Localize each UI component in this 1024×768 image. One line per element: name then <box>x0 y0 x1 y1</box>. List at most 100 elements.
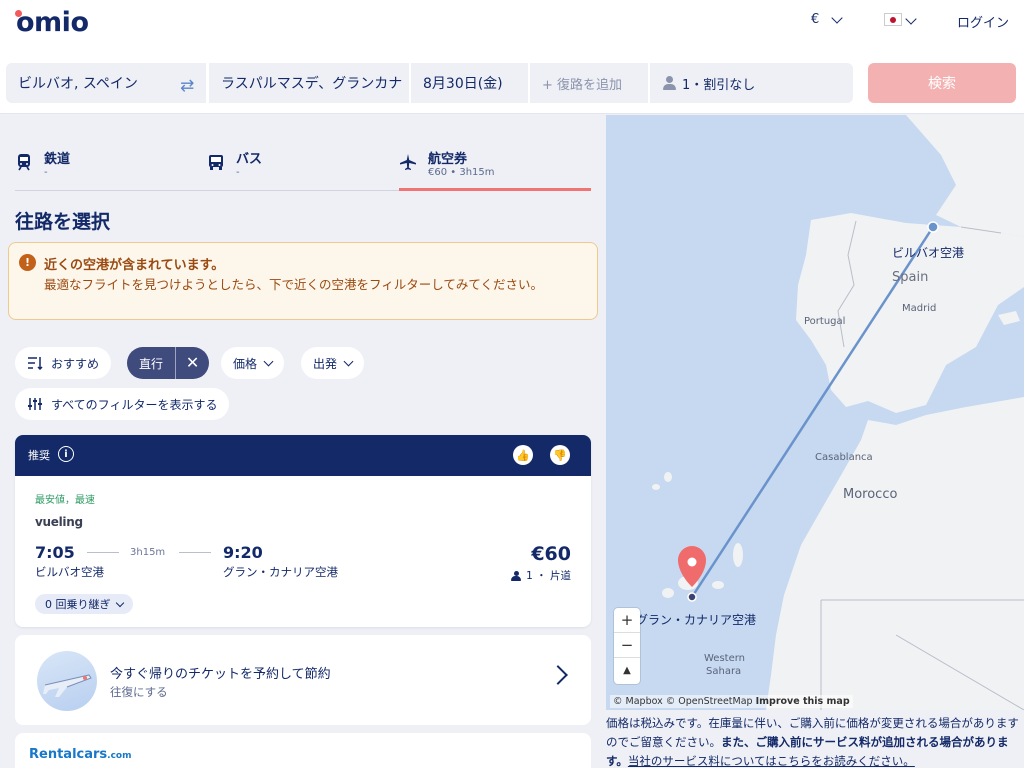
rentalcars-card[interactable]: Rentalcars.com <box>15 733 591 768</box>
omio-logo[interactable]: omio <box>15 7 89 38</box>
return-ticket-promo[interactable]: 今すぐ帰りのチケットを予約して節約 往復にする <box>15 635 591 725</box>
tab-sub: €60 • 3h15m <box>428 167 495 178</box>
tab-flights[interactable]: 航空券 €60 • 3h15m <box>399 143 591 191</box>
thumbs-up-icon[interactable]: 👍 <box>513 445 533 465</box>
person-icon <box>511 570 522 581</box>
alert-title: 近くの空港が含まれています。 <box>44 258 225 273</box>
plane-icon <box>400 154 416 170</box>
passengers-value: 1・割引なし <box>682 77 756 93</box>
login-link[interactable]: ログイン <box>957 12 1009 31</box>
result-tags: 最安値，最速 <box>35 495 95 506</box>
currency-selector[interactable]: € <box>811 11 843 27</box>
tab-train[interactable]: 鉄道 - <box>15 143 205 191</box>
promo-subtitle: 往復にする <box>110 685 168 699</box>
canary-island <box>652 484 660 490</box>
close-icon[interactable]: ✕ <box>175 347 209 379</box>
rentalcars-logo-text: Rentalcars <box>29 747 108 762</box>
japan-flag-icon[interactable] <box>884 13 902 26</box>
page-title: 往路を選択 <box>15 211 111 233</box>
results-panel: 鉄道 - バス - 航空券 €60 • 3h15m 往路を選択 ! 近くの空港が… <box>0 115 606 768</box>
zoom-in-button[interactable]: + <box>614 608 640 633</box>
gran-canaria-label: グラン・カナリア空港 <box>636 613 757 627</box>
duration-line-left <box>87 552 119 553</box>
route-map[interactable]: ビルバオ空港 Spain Madrid Portugal Casablanca … <box>606 115 1024 710</box>
all-filters-button[interactable]: すべてのフィルターを表示する <box>15 388 230 420</box>
flag-circle <box>890 16 896 23</box>
currency-label: € <box>811 12 820 27</box>
tab-bus[interactable]: バス - <box>207 143 397 191</box>
chevron-down-icon <box>343 356 354 366</box>
return-field[interactable]: + 復路を追加 <box>530 63 648 103</box>
improve-map-link[interactable]: Improve this map <box>756 696 850 707</box>
tab-sub: - <box>236 167 240 178</box>
transport-tabs: 鉄道 - バス - 航空券 €60 • 3h15m <box>15 143 591 191</box>
map-pin-center <box>687 557 697 567</box>
arrival-airport: グラン・カナリア空港 <box>223 565 338 579</box>
train-icon <box>18 154 30 171</box>
card-header: 推奨 i 👍 👎 <box>15 435 591 476</box>
thumbs-down-icon[interactable]: 👎 <box>550 445 570 465</box>
zoom-controls: + − ▲ <box>614 608 640 684</box>
origin-marker[interactable] <box>927 221 939 233</box>
filter-sliders-icon <box>28 398 42 410</box>
alert-body: 最適なフライトを見つけようとしたら、下で近くの空港をフィルターしてみてください。 <box>44 277 544 292</box>
bilbao-label: ビルバオ空港 <box>892 246 965 260</box>
price-filter-button[interactable]: 価格 <box>221 347 285 379</box>
canary-island <box>733 543 743 567</box>
departure-airport: ビルバオ空港 <box>35 565 104 579</box>
date-field[interactable]: 8月30日(金) <box>411 63 528 103</box>
search-button[interactable]: 検索 <box>868 63 1016 103</box>
canary-island <box>662 588 674 598</box>
spain-label: Spain <box>892 270 929 285</box>
flight-result-card[interactable]: 推奨 i 👍 👎 最安値，最速 vueling 7:05 3h15m 9:20 … <box>15 435 591 627</box>
promo-title: 今すぐ帰りのチケットを予約して節約 <box>110 667 331 682</box>
compass-button[interactable]: ▲ <box>614 658 640 683</box>
attribution-text[interactable]: © Mapbox © OpenStreetMap <box>613 696 753 707</box>
flight-duration: 3h15m <box>130 547 166 558</box>
tab-label: バス <box>236 152 263 167</box>
portugal-label: Portugal <box>804 316 846 327</box>
tab-label: 鉄道 <box>44 152 71 167</box>
rentalcars-logo-suffix: .com <box>107 751 132 761</box>
origin-value: ビルバオ, スペイン <box>18 76 138 92</box>
direct-filter-chip[interactable]: 直行 ✕ <box>127 347 210 379</box>
sort-button[interactable]: おすすめ <box>15 347 112 379</box>
balearic-island <box>998 311 1020 325</box>
chevron-down-icon <box>905 13 917 25</box>
stops-badge[interactable]: 0 回乗り継ぎ <box>35 594 133 614</box>
info-icon[interactable]: i <box>58 446 74 462</box>
departure-time: 7:05 <box>35 543 75 562</box>
stops-label: 0 回乗り継ぎ <box>45 598 111 611</box>
madrid-label: Madrid <box>902 303 937 314</box>
departure-filter-button[interactable]: 出発 <box>301 347 365 379</box>
destination-field[interactable]: ラスパルマスデ、グランカナ <box>209 63 409 103</box>
chevron-down-icon <box>115 598 124 607</box>
date-value: 8月30日(金) <box>423 76 503 92</box>
origin-field[interactable]: ビルバオ, スペイン <box>6 63 206 103</box>
sort-icon <box>28 357 43 370</box>
africa-land <box>766 397 1024 710</box>
airplane-icon <box>43 674 92 697</box>
chevron-right-icon[interactable] <box>548 665 568 685</box>
price-notes: 価格は税込みです。在庫量に伴い、ご購入前に価格が変更される場合がありますのでご留… <box>606 712 1024 768</box>
service-fee-link[interactable]: 当社のサービス料についてはこちらをお読みください。 <box>628 754 915 768</box>
rentalcars-logo: Rentalcars.com <box>29 747 131 762</box>
passengers-field[interactable]: 1・割引なし <box>650 63 853 103</box>
recommended-label: 推奨 <box>28 449 50 462</box>
map-attribution: © Mapbox © OpenStreetMap Improve this ma… <box>610 695 853 708</box>
airplane-illustration <box>37 651 97 711</box>
casablanca-label: Casablanca <box>815 452 873 463</box>
arrival-time: 9:20 <box>223 543 263 562</box>
canary-island <box>712 581 724 589</box>
language-chevron[interactable] <box>905 12 917 27</box>
all-filters-label: すべてのフィルターを表示する <box>51 397 218 412</box>
result-price: €60 <box>531 543 571 565</box>
morocco-label: Morocco <box>843 487 898 502</box>
western-sahara-label-2: Sahara <box>706 666 742 677</box>
destination-marker[interactable] <box>687 592 697 602</box>
zoom-out-button[interactable]: − <box>614 633 640 658</box>
passenger-info-text: 1 ・ 片道 <box>526 570 571 582</box>
swap-icon[interactable]: ⇄ <box>180 76 194 96</box>
top-bar: omio € ログイン <box>0 0 1024 52</box>
warning-icon: ! <box>19 254 36 271</box>
